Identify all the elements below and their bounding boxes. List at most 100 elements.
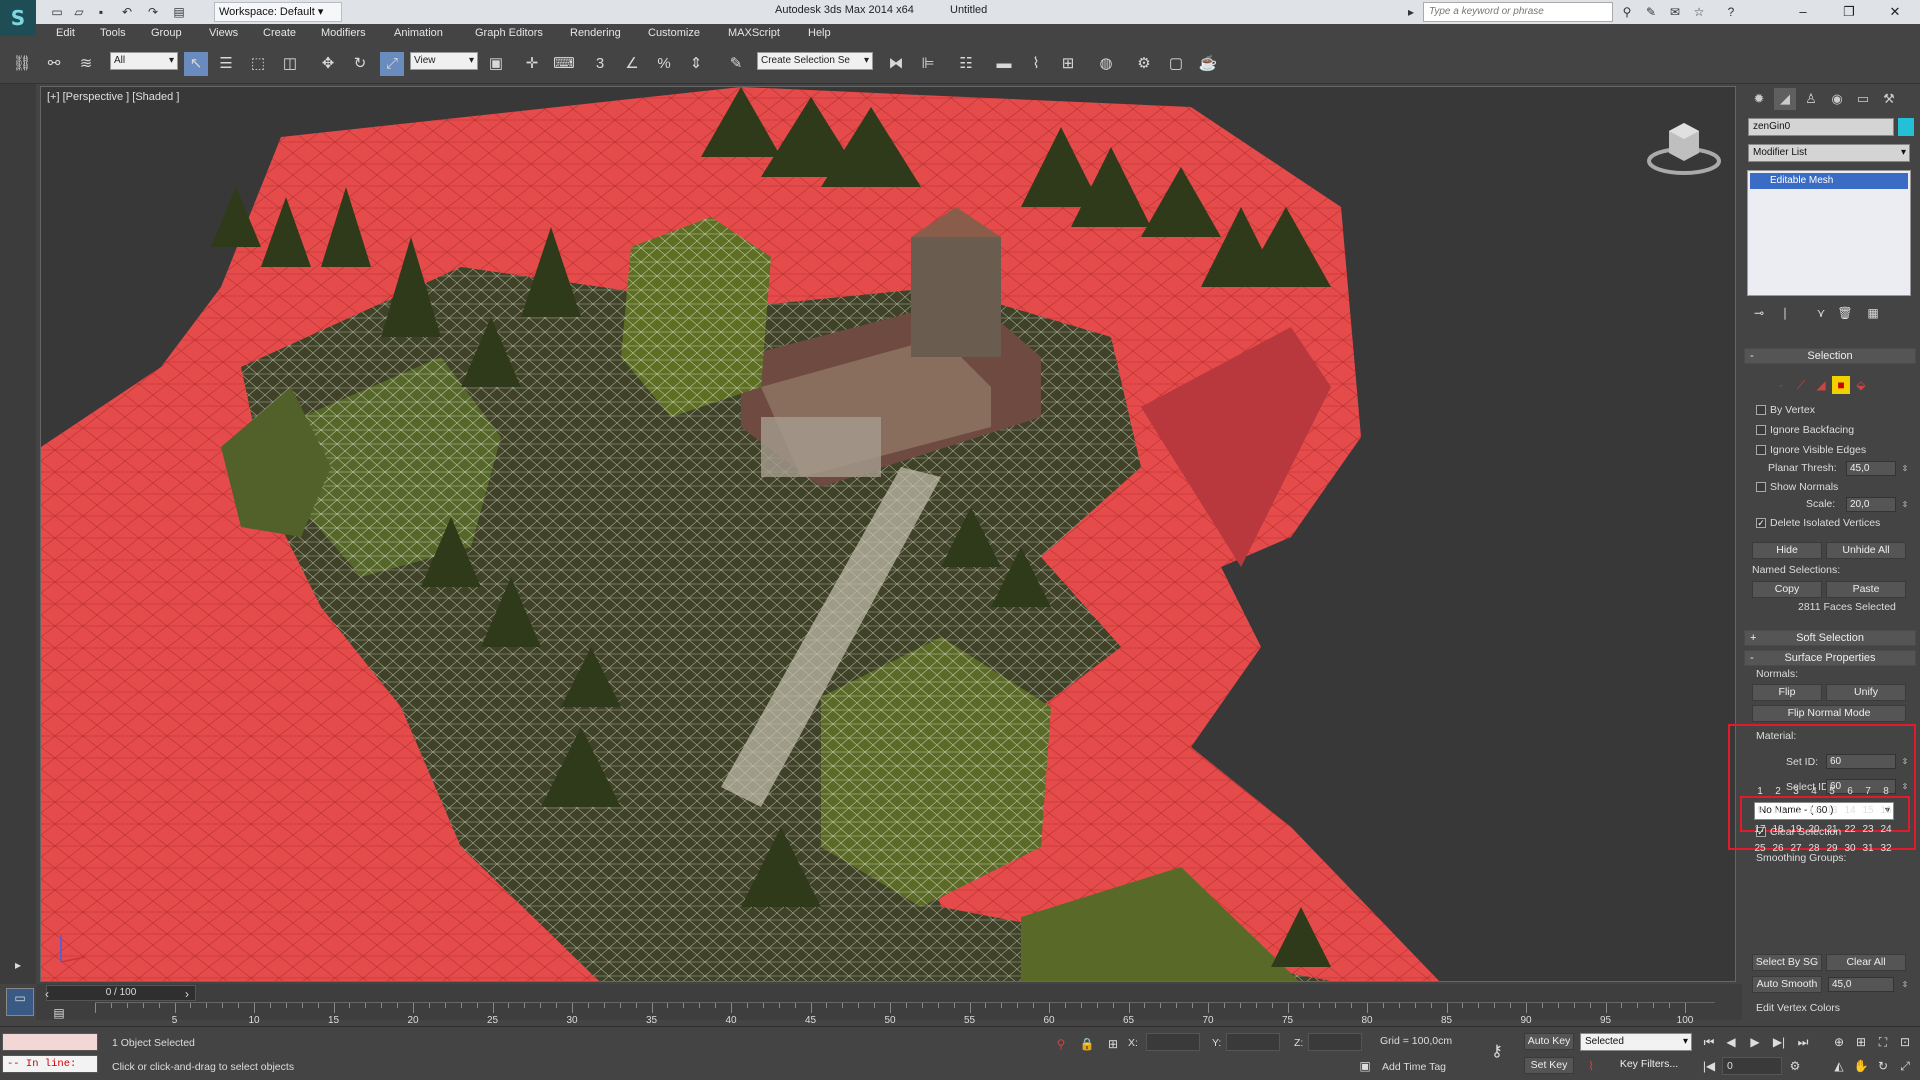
hierarchy-tab-icon[interactable]: ♙	[1800, 88, 1822, 110]
select-manipulate-icon[interactable]: ✛	[520, 52, 544, 76]
maxscript-input[interactable]: -- In line:	[2, 1055, 98, 1073]
time-tag-icon[interactable]: ▣	[1356, 1057, 1374, 1075]
ignore-backfacing-checkbox[interactable]	[1756, 425, 1766, 435]
key-mode-dropdown[interactable]: Selected ▾	[1580, 1033, 1692, 1051]
scale-spinner[interactable]: 20,0	[1846, 497, 1896, 512]
time-next-icon[interactable]: ›	[178, 985, 196, 1003]
smoothing-group-button[interactable]: 24	[1878, 822, 1894, 838]
smoothing-group-button[interactable]: 31	[1860, 841, 1876, 857]
select-rotate-icon[interactable]: ↻	[348, 52, 372, 76]
element-mode-icon[interactable]: ⬙	[1852, 376, 1870, 394]
smoothing-group-button[interactable]: 19	[1788, 822, 1804, 838]
create-tab-icon[interactable]: ✹	[1748, 88, 1770, 110]
menu-views[interactable]: Views	[209, 27, 238, 39]
smoothing-group-button[interactable]: 30	[1842, 841, 1858, 857]
planar-thresh-arrows-icon[interactable]: ⇳	[1896, 460, 1914, 478]
vertex-mode-icon[interactable]: ·	[1772, 376, 1790, 394]
display-tab-icon[interactable]: ▭	[1852, 88, 1874, 110]
goto-start-icon[interactable]: ⏮	[1700, 1033, 1718, 1051]
pivot-center-icon[interactable]: ▣	[484, 52, 508, 76]
auto-smooth-arrows-icon[interactable]: ⇳	[1896, 976, 1914, 994]
prev-frame-icon[interactable]: ◀	[1722, 1033, 1740, 1051]
smoothing-group-button[interactable]: 20	[1806, 822, 1822, 838]
select-by-sg-button[interactable]: Select By SG	[1752, 954, 1822, 971]
smoothing-group-button[interactable]: 23	[1860, 822, 1876, 838]
edge-mode-icon[interactable]: ⟋	[1792, 376, 1810, 394]
selection-lock-icon[interactable]: 🔒	[1078, 1035, 1096, 1053]
smoothing-group-button[interactable]: 17	[1752, 822, 1768, 838]
viewport-label[interactable]: [+] [Perspective ] [Shaded ]	[47, 91, 179, 103]
expand-arrow-icon[interactable]: ▸	[9, 956, 27, 974]
help-icon[interactable]: ?	[1722, 3, 1740, 21]
smoothing-group-button[interactable]: 27	[1788, 841, 1804, 857]
pan-icon[interactable]: ✋	[1852, 1057, 1870, 1075]
smoothing-group-button[interactable]: 28	[1806, 841, 1822, 857]
edit-vertex-colors-label[interactable]: Edit Vertex Colors	[1756, 1002, 1840, 1014]
align-icon[interactable]: ⊫	[916, 52, 940, 76]
auto-smooth-spinner[interactable]: 45,0	[1828, 977, 1894, 992]
viewcube-icon[interactable]	[1639, 111, 1729, 181]
select-id-arrows-icon[interactable]: ⇳	[1896, 778, 1914, 796]
track-bar-icon[interactable]: ▤	[50, 1004, 68, 1022]
perspective-viewport[interactable]: [+] [Perspective ] [Shaded ]	[40, 86, 1736, 982]
percent-snap-icon[interactable]: %	[652, 52, 676, 76]
hide-button[interactable]: Hide	[1752, 542, 1822, 559]
field-of-view-icon[interactable]: ◭	[1830, 1057, 1848, 1075]
unify-button[interactable]: Unify	[1826, 684, 1906, 701]
smoothing-group-button[interactable]: 21	[1824, 822, 1840, 838]
smoothing-group-button[interactable]: 32	[1878, 841, 1894, 857]
menu-tools[interactable]: Tools	[100, 27, 126, 39]
time-config-icon[interactable]: ⚙	[1786, 1057, 1804, 1075]
set-key-button[interactable]: Set Key	[1524, 1057, 1574, 1074]
redo-icon[interactable]: ↷	[144, 3, 162, 21]
modifier-stack[interactable]: Editable Mesh	[1747, 170, 1911, 296]
snaps-toggle-icon[interactable]: 3	[588, 52, 612, 76]
menu-help[interactable]: Help	[808, 27, 831, 39]
save-icon[interactable]: ▪	[92, 3, 110, 21]
project-folder-icon[interactable]: ▤	[170, 3, 188, 21]
angle-snap-icon[interactable]: ∠	[620, 52, 644, 76]
render-teapot-icon[interactable]: ☕	[1196, 52, 1220, 76]
menu-graph-editors[interactable]: Graph Editors	[475, 27, 543, 39]
goto-end-icon[interactable]: ⏭	[1794, 1033, 1812, 1051]
layer-manager-icon[interactable]: ☷	[954, 52, 978, 76]
face-mode-icon[interactable]: ◢	[1812, 376, 1830, 394]
auto-key-button[interactable]: Auto Key	[1524, 1033, 1574, 1050]
modify-tab-icon[interactable]: ◢	[1774, 88, 1796, 110]
next-frame-icon[interactable]: ▶|	[1770, 1033, 1788, 1051]
undo-icon[interactable]: ↶	[118, 3, 136, 21]
x-coord-field[interactable]	[1146, 1033, 1200, 1051]
render-setup-icon[interactable]: ⚙	[1132, 52, 1156, 76]
key-filters-button[interactable]: Key Filters...	[1606, 1057, 1692, 1074]
smoothing-group-button[interactable]: 3	[1788, 784, 1804, 800]
bind-space-warp-icon[interactable]: ≋	[74, 52, 98, 76]
show-end-result-icon[interactable]: ∣	[1776, 304, 1794, 322]
time-prev-icon[interactable]: ‹	[38, 985, 56, 1003]
flip-normal-mode-button[interactable]: Flip Normal Mode	[1752, 705, 1906, 722]
utilities-tab-icon[interactable]: ⚒	[1878, 88, 1900, 110]
edit-named-selection-icon[interactable]: ✎	[724, 52, 748, 76]
object-color-swatch[interactable]	[1898, 118, 1914, 136]
delete-isolated-checkbox[interactable]: ✓	[1756, 518, 1766, 528]
time-slider[interactable]: 0 / 100	[46, 985, 196, 1001]
planar-thresh-spinner[interactable]: 45,0	[1846, 461, 1896, 476]
set-id-arrows-icon[interactable]: ⇳	[1896, 753, 1914, 771]
select-object-icon[interactable]: ↖	[184, 52, 208, 76]
curve-editor-icon[interactable]: ⌇	[1024, 52, 1048, 76]
by-vertex-checkbox[interactable]	[1756, 405, 1766, 415]
smoothing-group-button[interactable]: 29	[1824, 841, 1840, 857]
material-editor-icon[interactable]: ◍	[1094, 52, 1118, 76]
app-logo-icon[interactable]: S	[0, 0, 36, 36]
smoothing-group-button[interactable]: 5	[1824, 784, 1840, 800]
set-id-spinner[interactable]: 60	[1826, 754, 1896, 769]
smoothing-group-button[interactable]: 6	[1842, 784, 1858, 800]
key-curve-icon[interactable]: ⌇	[1582, 1057, 1600, 1075]
smoothing-group-button[interactable]: 11	[1788, 803, 1804, 819]
polygon-mode-icon[interactable]: ■	[1832, 376, 1850, 394]
zoom-icon[interactable]: ⊕	[1830, 1033, 1848, 1051]
current-frame-field[interactable]: 0	[1722, 1057, 1782, 1075]
zoom-extents-all-icon[interactable]: ⊡	[1896, 1033, 1914, 1051]
search-toggle-icon[interactable]: ▸	[1402, 3, 1420, 21]
zoom-extents-icon[interactable]: ⛶	[1874, 1033, 1892, 1051]
menu-group[interactable]: Group	[151, 27, 182, 39]
